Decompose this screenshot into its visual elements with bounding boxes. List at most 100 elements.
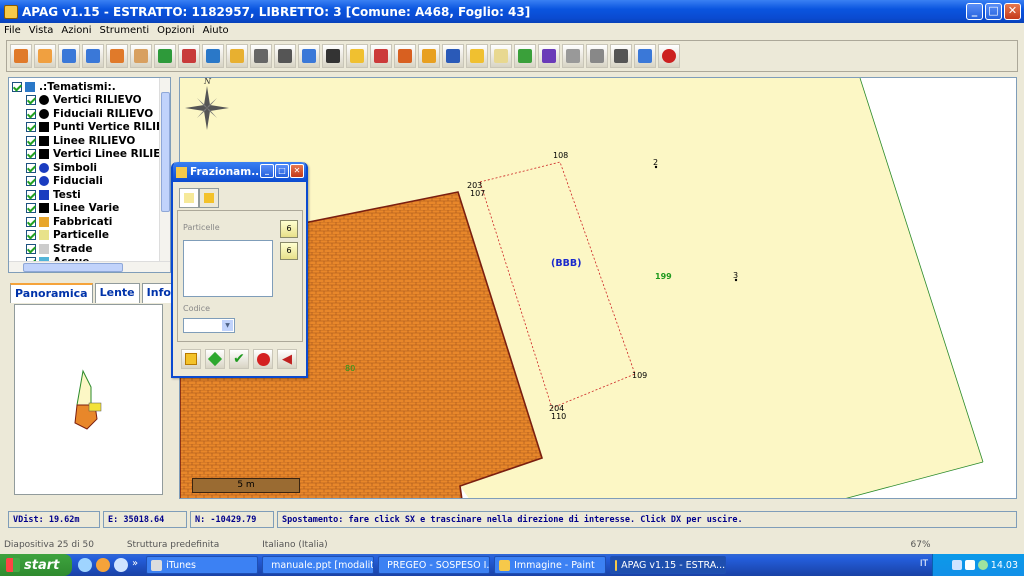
diamond-button[interactable] — [205, 349, 225, 369]
parcel-split-button[interactable] — [466, 44, 488, 68]
media-icon[interactable] — [114, 558, 128, 572]
undo-button[interactable] — [10, 44, 32, 68]
number-6-button[interactable] — [490, 44, 512, 68]
layer-row[interactable]: Fabbricati — [12, 215, 170, 229]
confirm-check-button[interactable]: ✔ — [229, 349, 249, 369]
layer-visibility-checkbox[interactable] — [26, 95, 36, 106]
overview-panel — [14, 304, 163, 495]
table-button[interactable] — [322, 44, 344, 68]
layer-visibility-checkbox[interactable] — [26, 149, 36, 160]
layer-row[interactable]: Vertici Linee RILIEVO — [12, 148, 170, 162]
tray-messenger-icon[interactable] — [977, 560, 988, 570]
redo-button[interactable] — [34, 44, 56, 68]
grid-button[interactable] — [586, 44, 608, 68]
task-apag[interactable]: APAG v1.15 - ESTRA... — [610, 556, 727, 574]
ie-icon[interactable] — [78, 558, 92, 572]
save-button[interactable] — [442, 44, 464, 68]
layer-row[interactable]: Linee RILIEVO — [12, 134, 170, 148]
layer-visibility-checkbox[interactable] — [26, 176, 36, 187]
dialog-tab-parcel-b[interactable] — [199, 188, 219, 208]
layer-visibility-checkbox[interactable] — [12, 81, 22, 92]
zoom-window-button[interactable] — [106, 44, 128, 68]
ruler-button[interactable] — [226, 44, 248, 68]
power-off-button[interactable] — [253, 349, 273, 369]
quick-launch-more[interactable]: » — [132, 558, 138, 572]
measure-button[interactable] — [370, 44, 392, 68]
tab-panoramica[interactable]: Panoramica — [10, 283, 93, 303]
layer-row[interactable]: Particelle — [12, 229, 170, 243]
task-powerpoint[interactable]: manuale.ppt [modalit... — [262, 556, 375, 574]
layer-row[interactable]: Fiduciali RILIEVO — [12, 107, 170, 121]
print-button[interactable] — [610, 44, 632, 68]
help-button[interactable] — [634, 44, 656, 68]
zoom-extents-button[interactable] — [154, 44, 176, 68]
layer-tree-vertical-scrollbar[interactable] — [159, 78, 170, 272]
layer-visibility-checkbox[interactable] — [26, 108, 36, 119]
layer-visibility-checkbox[interactable] — [26, 230, 36, 241]
dialog-minimize-button[interactable]: _ — [260, 164, 274, 178]
vertex-button[interactable] — [538, 44, 560, 68]
search-button[interactable] — [298, 44, 320, 68]
power-button[interactable] — [658, 44, 680, 68]
menu-azioni[interactable]: Azioni — [61, 25, 91, 36]
menu-aiuto[interactable]: Aiuto — [203, 25, 229, 36]
dialog-tab-parcel-a[interactable] — [179, 188, 199, 208]
maximize-button[interactable]: □ — [985, 3, 1002, 20]
layer-row[interactable]: Testi — [12, 188, 170, 202]
export-button[interactable] — [181, 349, 201, 369]
task-pregeo[interactable]: PREGEO - SOSPESO I... — [378, 556, 491, 574]
layers-button[interactable] — [346, 44, 368, 68]
firefox-icon[interactable] — [96, 558, 110, 572]
layer-row[interactable]: Punti Vertice RILIEVO — [12, 121, 170, 135]
pan-hand-button[interactable] — [130, 44, 152, 68]
globe-button[interactable] — [202, 44, 224, 68]
codice-combobox[interactable] — [183, 318, 235, 333]
status-bar: VDist: 19.62m E: 35018.64 N: -10429.79 S… — [8, 511, 1020, 528]
start-button[interactable]: start — [0, 554, 72, 576]
exit-arrow-button[interactable]: ◀ — [277, 349, 297, 369]
layer-row[interactable]: Linee Varie — [12, 202, 170, 216]
layer-visibility-checkbox[interactable] — [26, 189, 36, 200]
menu-strumenti[interactable]: Strumenti — [100, 25, 150, 36]
redo-icon — [38, 49, 52, 63]
tray-network-icon[interactable] — [951, 560, 962, 570]
edit-parcel-button[interactable] — [394, 44, 416, 68]
full-extents-button[interactable] — [178, 44, 200, 68]
remove-particella-button[interactable]: 6 — [280, 242, 298, 260]
dialog-close-button[interactable]: ✕ — [290, 164, 304, 178]
task-paint[interactable]: Immagine - Paint — [494, 556, 607, 574]
minimize-button[interactable]: _ — [966, 3, 983, 20]
layer-row[interactable]: Fiduciali — [12, 175, 170, 189]
layer-visibility-checkbox[interactable] — [26, 135, 36, 146]
binoculars-button[interactable] — [274, 44, 296, 68]
menu-vista[interactable]: Vista — [29, 25, 54, 36]
tray-volume-icon[interactable] — [964, 560, 975, 570]
window-button[interactable] — [562, 44, 584, 68]
layer-visibility-checkbox[interactable] — [26, 243, 36, 254]
menu-opzioni[interactable]: Opzioni — [157, 25, 194, 36]
dialog-title-bar[interactable]: Frazionam... _ □ ✕ — [173, 162, 306, 182]
layer-visibility-checkbox[interactable] — [26, 122, 36, 133]
overview-thumbnail[interactable] — [15, 305, 162, 494]
layer-visibility-checkbox[interactable] — [26, 162, 36, 173]
select-arrow-button[interactable] — [250, 44, 272, 68]
layer-row[interactable]: Simboli — [12, 161, 170, 175]
particelle-listbox[interactable] — [183, 240, 273, 297]
dialog-maximize-button[interactable]: □ — [275, 164, 289, 178]
tab-lente[interactable]: Lente — [94, 283, 140, 303]
layer-row[interactable]: .:Tematismi:. — [12, 80, 170, 94]
add-particella-button[interactable]: 6 — [280, 220, 298, 238]
layer-tree-horizontal-scrollbar[interactable] — [9, 261, 170, 272]
close-button[interactable]: ✕ — [1004, 3, 1021, 20]
layer-visibility-checkbox[interactable] — [26, 203, 36, 214]
layer-row[interactable]: Vertici RILIEVO — [12, 94, 170, 108]
language-indicator[interactable]: IT — [920, 559, 928, 569]
pencil-button[interactable] — [514, 44, 536, 68]
task-itunes[interactable]: iTunes — [146, 556, 259, 574]
zoom-in-button[interactable] — [58, 44, 80, 68]
zoom-out-button[interactable] — [82, 44, 104, 68]
layer-row[interactable]: Strade — [12, 242, 170, 256]
layer-visibility-checkbox[interactable] — [26, 216, 36, 227]
frazionamento-button[interactable] — [418, 44, 440, 68]
menu-file[interactable]: File — [4, 25, 21, 36]
